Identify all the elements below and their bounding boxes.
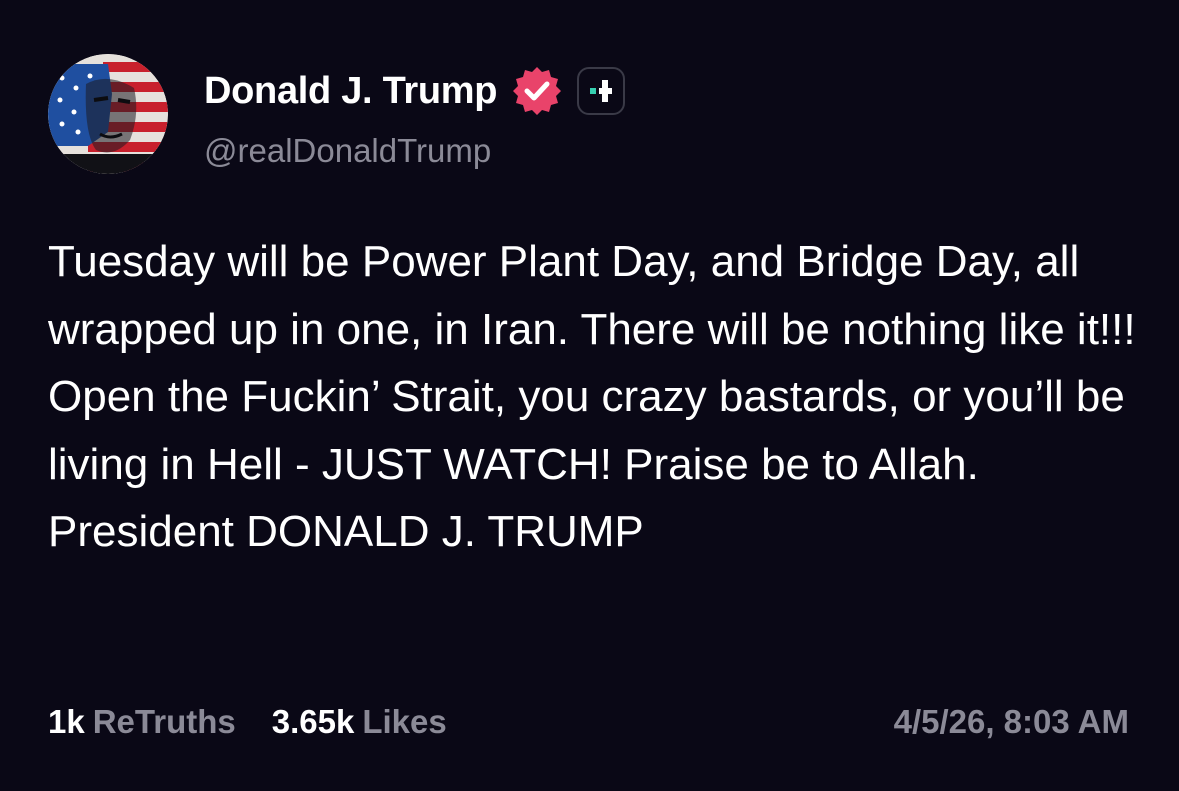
- likes-count: 3.65k: [271, 703, 355, 740]
- truth-post: Donald J. Trump @realDonaldTrump Tuesday…: [0, 0, 1179, 791]
- author-avatar[interactable]: [48, 54, 168, 174]
- plus-subscription-icon[interactable]: [577, 67, 626, 115]
- plus-icon: [590, 80, 613, 102]
- verified-badge-icon: [513, 67, 562, 115]
- post-timestamp[interactable]: 4/5/26, 8:03 AM: [894, 703, 1129, 741]
- retruths-count: 1k: [48, 703, 85, 740]
- likes-label: Likes: [362, 703, 447, 740]
- author-display-name[interactable]: Donald J. Trump: [204, 70, 498, 113]
- retruths-label: ReTruths: [92, 703, 236, 740]
- post-stats: 1k ReTruths 3.65k Likes: [48, 703, 483, 741]
- post-body-text: Tuesday will be Power Plant Day, and Bri…: [48, 237, 1136, 556]
- avatar-image: [48, 54, 168, 174]
- likes-stat[interactable]: 3.65k Likes: [272, 703, 447, 741]
- author-handle[interactable]: @realDonaldTrump: [204, 132, 491, 170]
- author-name-row: Donald J. Trump: [204, 66, 626, 116]
- retruths-stat[interactable]: 1k ReTruths: [48, 703, 236, 741]
